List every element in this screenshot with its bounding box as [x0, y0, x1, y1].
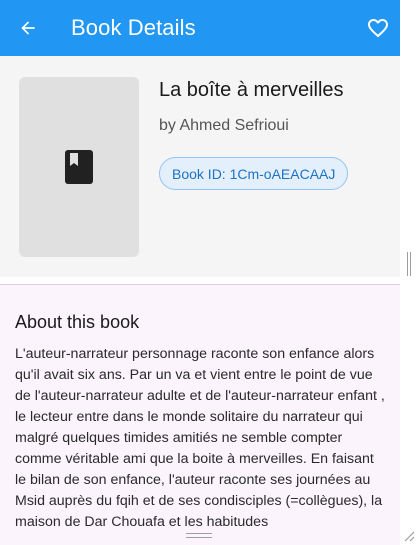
heart-outline-icon [368, 19, 388, 38]
book-id-chip[interactable]: Book ID: 1Cm-oAEACAAJ [159, 157, 349, 190]
resize-grip-icon[interactable] [403, 530, 415, 542]
book-title: La boîte à merveilles [159, 79, 344, 101]
back-button[interactable] [0, 0, 56, 56]
book-icon [65, 150, 93, 184]
book-header: La boîte à merveilles by Ahmed Sefrioui … [0, 56, 400, 277]
book-details-window: Book Details La boîte à merveilles by Ah… [0, 0, 418, 545]
about-section: About this book L'auteur-narrateur perso… [0, 285, 400, 545]
favorite-button[interactable] [364, 14, 392, 42]
about-heading: About this book [15, 312, 140, 332]
vertical-resize-handle[interactable] [407, 252, 411, 276]
book-cover [19, 77, 139, 257]
page-title: Book Details [71, 15, 196, 40]
book-author: by Ahmed Sefrioui [159, 117, 289, 134]
horizontal-resize-handle[interactable] [186, 533, 212, 538]
book-description: L'auteur-narrateur personnage raconte so… [15, 346, 385, 530]
app-bar: Book Details [0, 0, 400, 56]
arrow-left-icon [21, 21, 35, 35]
